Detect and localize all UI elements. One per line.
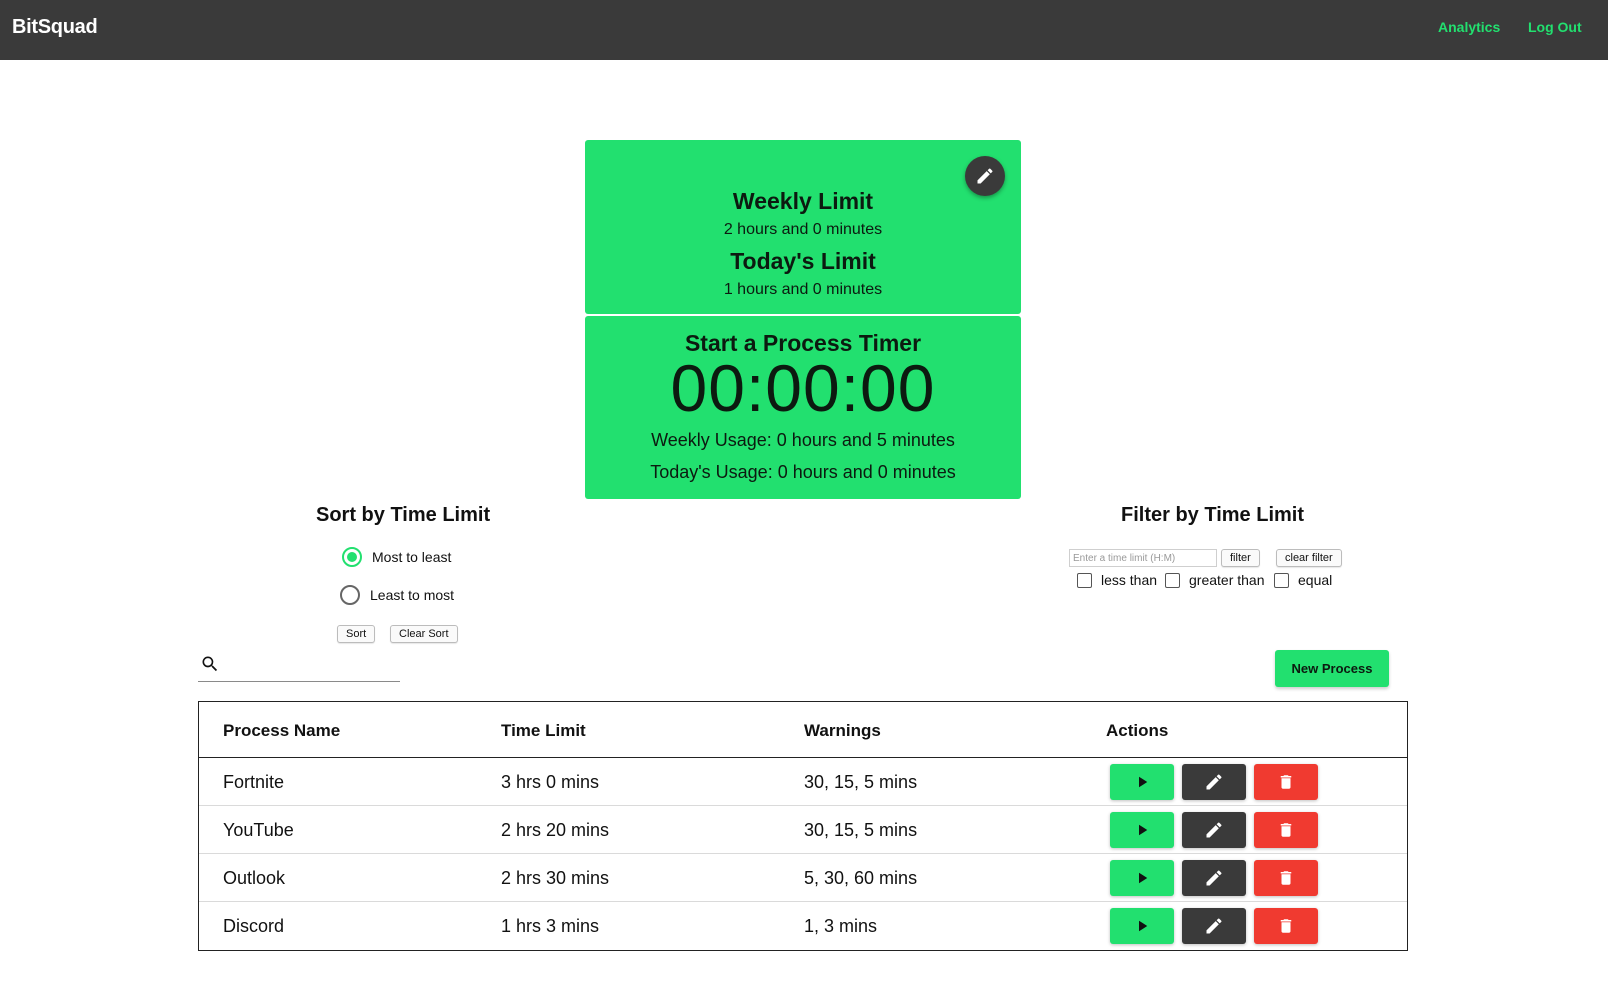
process-timer-card: Start a Process Timer 00:00:00 Weekly Us… xyxy=(585,316,1021,499)
sort-title: Sort by Time Limit xyxy=(316,504,491,526)
pencil-icon xyxy=(977,168,993,184)
time-limit-cell: 2 hrs 20 mins xyxy=(501,820,610,840)
pencil-icon xyxy=(1206,870,1222,886)
trash-icon xyxy=(1280,919,1292,933)
filter-title: Filter by Time Limit xyxy=(1121,504,1304,526)
today-limit-title: Today's Limit xyxy=(730,248,876,274)
sort-option-most-to-least[interactable]: Most to least xyxy=(342,547,451,567)
process-name-cell: Fortnite xyxy=(223,772,285,792)
radio-unselected[interactable] xyxy=(340,585,360,605)
warnings-cell: 1, 3 mins xyxy=(804,916,878,936)
checkbox[interactable] xyxy=(1274,572,1289,588)
table-row: Outlook 2 hrs 30 mins 5, 30, 60 mins xyxy=(199,854,1407,902)
delete-process-button[interactable] xyxy=(1254,764,1318,800)
radio-selected[interactable] xyxy=(342,547,362,567)
delete-process-button[interactable] xyxy=(1254,860,1318,896)
edit-process-button[interactable] xyxy=(1182,860,1246,896)
clear-sort-button[interactable]: Clear Sort xyxy=(390,625,458,643)
time-limit-cell: 2 hrs 30 mins xyxy=(501,868,610,888)
trash-icon xyxy=(1280,823,1292,837)
checkbox-label: greater than xyxy=(1189,572,1265,588)
filter-check-less-than[interactable]: less than xyxy=(1077,572,1157,588)
search-bar xyxy=(198,650,400,682)
brand-logo[interactable]: BitSquad xyxy=(12,16,98,39)
process-name-cell: Outlook xyxy=(223,868,286,888)
edit-process-button[interactable] xyxy=(1182,908,1246,944)
checkbox-label: equal xyxy=(1298,572,1333,588)
delete-process-button[interactable] xyxy=(1254,812,1318,848)
trash-icon xyxy=(1280,775,1292,789)
checkbox-label: less than xyxy=(1101,572,1158,588)
sort-option-least-to-most[interactable]: Least to most xyxy=(340,585,454,605)
time-limit-filter-input[interactable] xyxy=(1069,549,1217,567)
delete-process-button[interactable] xyxy=(1254,908,1318,944)
process-name-cell: YouTube xyxy=(223,820,294,840)
limit-card: Weekly Limit 2 hours and 0 minutes Today… xyxy=(585,140,1021,314)
search-icon xyxy=(202,656,218,672)
clear-filter-button[interactable]: clear filter xyxy=(1276,549,1342,567)
filter-button[interactable]: filter xyxy=(1221,549,1260,567)
table-row: Discord 1 hrs 3 mins 1, 3 mins xyxy=(199,902,1407,950)
weekly-limit-value: 2 hours and 0 minutes xyxy=(723,221,883,238)
edit-process-button[interactable] xyxy=(1182,812,1246,848)
trash-icon xyxy=(1280,871,1292,885)
pencil-icon xyxy=(1206,774,1222,790)
warnings-cell: 5, 30, 60 mins xyxy=(804,868,918,888)
nav-link-logout[interactable]: Log Out xyxy=(1528,19,1582,35)
sort-option-label: Most to least xyxy=(372,549,452,565)
column-header-time-limit: Time Limit xyxy=(501,721,586,740)
start-timer-button[interactable] xyxy=(1110,764,1174,800)
time-limit-cell: 1 hrs 3 mins xyxy=(501,916,600,936)
new-process-button[interactable]: New Process xyxy=(1275,650,1389,687)
warnings-cell: 30, 15, 5 mins xyxy=(804,820,918,840)
start-timer-button[interactable] xyxy=(1110,860,1174,896)
play-icon xyxy=(1139,824,1148,836)
sort-button[interactable]: Sort xyxy=(337,625,376,643)
time-limit-cell: 3 hrs 0 mins xyxy=(501,772,600,792)
search-input[interactable] xyxy=(228,652,396,678)
sort-option-label: Least to most xyxy=(370,587,455,603)
table-row: Fortnite 3 hrs 0 mins 30, 15, 5 mins xyxy=(199,758,1407,806)
process-table: Process Name Time Limit Warnings Actions… xyxy=(198,701,1408,951)
pencil-icon xyxy=(1206,918,1222,934)
checkbox[interactable] xyxy=(1077,572,1092,588)
today-limit-value: 1 hours and 0 minutes xyxy=(723,281,883,298)
checkbox[interactable] xyxy=(1165,572,1180,588)
play-icon xyxy=(1139,872,1148,884)
nav-link-analytics[interactable]: Analytics xyxy=(1438,19,1500,35)
top-navbar: BitSquad Analytics Log Out xyxy=(0,0,1608,60)
edit-process-button[interactable] xyxy=(1182,764,1246,800)
start-timer-button[interactable] xyxy=(1110,812,1174,848)
filter-check-equal[interactable]: equal xyxy=(1274,572,1332,588)
play-icon xyxy=(1139,920,1148,932)
column-header-warnings: Warnings xyxy=(804,721,881,740)
pencil-icon xyxy=(1206,822,1222,838)
start-timer-button[interactable] xyxy=(1110,908,1174,944)
today-usage: Today's Usage: 0 hours and 0 minutes xyxy=(650,462,956,482)
play-icon xyxy=(1139,776,1148,788)
timer-clock: 00:00:00 xyxy=(670,351,936,425)
warnings-cell: 30, 15, 5 mins xyxy=(804,772,918,792)
table-row: YouTube 2 hrs 20 mins 30, 15, 5 mins xyxy=(199,806,1407,854)
weekly-limit-title: Weekly Limit xyxy=(732,188,874,214)
column-header-process-name: Process Name xyxy=(223,721,341,740)
table-header: Process Name Time Limit Warnings Actions xyxy=(199,702,1407,758)
column-header-actions: Actions xyxy=(1106,721,1169,740)
filter-check-greater-than[interactable]: greater than xyxy=(1165,572,1265,588)
process-name-cell: Discord xyxy=(223,916,285,936)
weekly-usage: Weekly Usage: 0 hours and 5 minutes xyxy=(651,430,955,450)
